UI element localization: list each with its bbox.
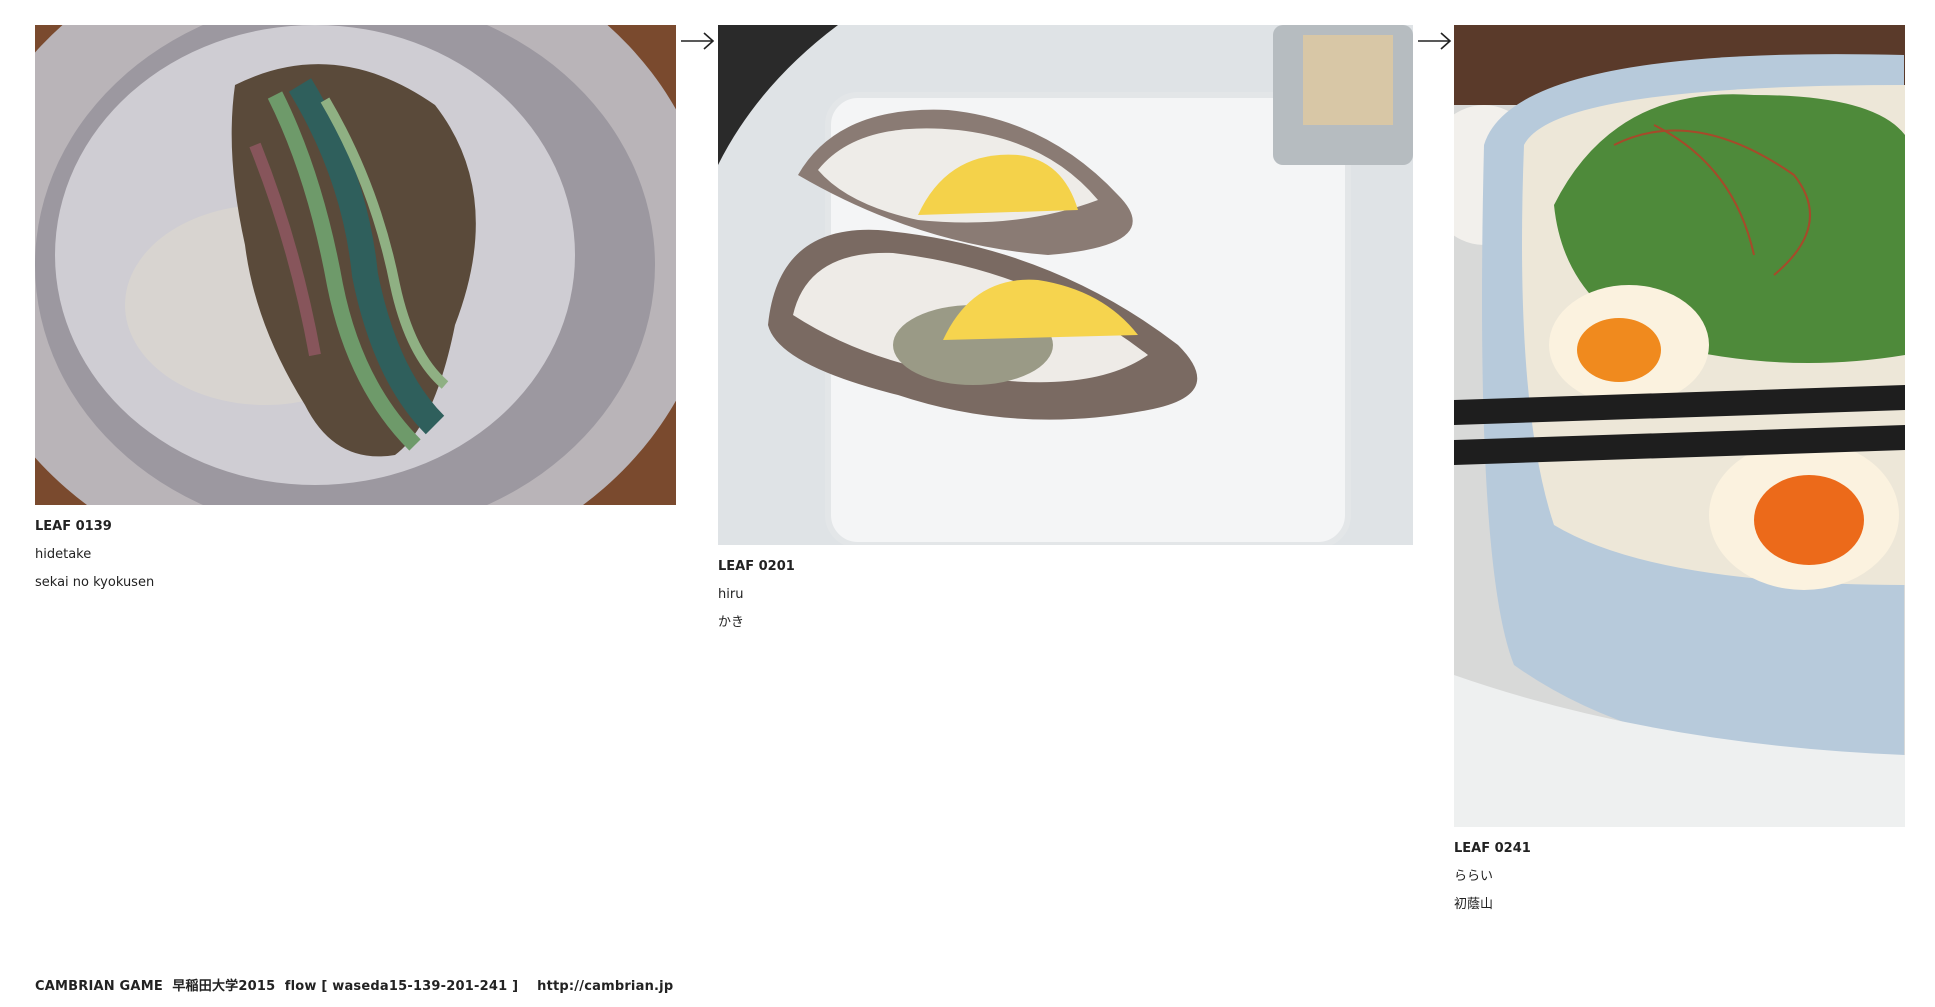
leaf-image-ramen[interactable]	[1454, 25, 1905, 827]
leaf-author: ららい	[1454, 869, 1494, 884]
arrow-right-icon	[1417, 30, 1453, 52]
leaf-card-0201: LEAF 0201 hiru かき	[718, 25, 1413, 637]
leaf-id[interactable]: LEAF 0241	[1454, 835, 1905, 863]
leaf-title: かき	[718, 615, 745, 630]
leaf-author: hidetake	[35, 547, 92, 562]
leaf-author: hiru	[718, 587, 744, 602]
leaf-title: 初蔭山	[1454, 897, 1494, 912]
leaf-image-oysters[interactable]	[718, 25, 1413, 545]
arrow-right-icon	[680, 30, 716, 52]
leaf-id[interactable]: LEAF 0139	[35, 513, 676, 541]
leaf-card-0241: LEAF 0241 ららい 初蔭山	[1454, 25, 1905, 919]
footer-credits: CAMBRIAN GAME 早稲田大学2015 flow [ waseda15-…	[35, 979, 674, 994]
leaf-id[interactable]: LEAF 0201	[718, 553, 1413, 581]
leaf-title: sekai no kyokusen	[35, 575, 155, 590]
leaf-card-0139: LEAF 0139 hidetake sekai no kyokusen	[35, 25, 676, 597]
leaf-image-clam[interactable]	[35, 25, 676, 505]
